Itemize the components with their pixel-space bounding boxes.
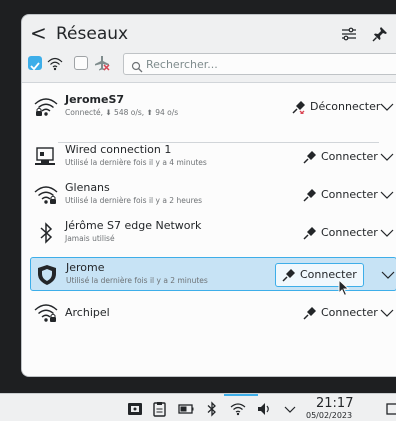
- clock-time[interactable]: 21:17: [316, 397, 353, 411]
- chevron-down-icon[interactable]: [380, 225, 394, 239]
- connection-status: Jamais utilisé: [65, 234, 115, 243]
- disconnect-button[interactable]: Déconnecter: [285, 95, 387, 119]
- networks-popup: < Réseaux Rechercher... JeromeS7 Connect…: [21, 14, 396, 377]
- chevron-down-icon[interactable]: [380, 305, 394, 319]
- connection-status: Connecté, ⬇ 548 o/s, ⬆ 94 o/s: [65, 108, 179, 117]
- action-label: Connecter: [321, 226, 378, 239]
- connect-button[interactable]: Connecter: [275, 263, 364, 287]
- clipboard-icon[interactable]: [152, 401, 168, 417]
- expand-tray-icon[interactable]: [282, 401, 298, 417]
- action-label: Déconnecter: [310, 100, 381, 113]
- connection-name: Wired connection 1: [65, 143, 172, 156]
- vault-icon[interactable]: [127, 401, 143, 417]
- connection-name: Archipel: [65, 306, 110, 319]
- airplane-mode-checkbox[interactable]: [74, 56, 88, 70]
- search-icon: [131, 58, 143, 73]
- configure-icon[interactable]: [339, 24, 359, 44]
- action-label: Connecter: [321, 188, 378, 201]
- desktop: < Réseaux Rechercher... JeromeS7 Connect…: [0, 0, 396, 421]
- back-button[interactable]: <: [30, 23, 48, 45]
- taskbar: 21:17 05/02/2023: [0, 393, 396, 421]
- plug-icon: [303, 150, 317, 164]
- action-label: Connecter: [321, 150, 378, 163]
- search-field[interactable]: [123, 53, 396, 75]
- list-item[interactable]: Wired connection 1 Utilisé la dernière f…: [30, 140, 396, 174]
- wifi-secure-icon: [34, 96, 58, 118]
- connection-name: Jérôme S7 edge Network: [65, 219, 202, 232]
- connect-button[interactable]: Connecter: [296, 183, 385, 207]
- wifi-icon: [46, 54, 64, 72]
- connect-button[interactable]: Connecter: [296, 221, 385, 245]
- action-label: Connecter: [321, 306, 378, 319]
- chevron-down-icon[interactable]: [380, 187, 394, 201]
- vpn-shield-icon: [35, 264, 59, 286]
- unplug-icon: [292, 100, 306, 116]
- list-item[interactable]: Jérôme S7 edge Network Jamais utilisé Co…: [30, 216, 396, 250]
- plug-icon: [303, 188, 317, 202]
- plug-icon: [282, 268, 296, 282]
- battery-icon[interactable]: [178, 401, 194, 417]
- chevron-down-icon[interactable]: [380, 149, 394, 163]
- volume-icon[interactable]: [256, 401, 272, 417]
- chevron-down-icon[interactable]: [381, 267, 395, 281]
- connection-status: Utilisé la dernière fois il y a 4 minute…: [65, 158, 207, 167]
- chevron-down-icon[interactable]: [380, 99, 394, 113]
- connection-status: Utilisé la dernière fois il y a 2 heures: [65, 196, 203, 205]
- airplane-mode-icon: [93, 54, 111, 72]
- wifi-secure-icon: [34, 184, 58, 206]
- list-item[interactable]: JeromeS7 Connecté, ⬇ 548 o/s, ⬆ 94 o/s D…: [30, 90, 396, 124]
- connect-button[interactable]: Connecter: [296, 145, 385, 169]
- clock-date[interactable]: 05/02/2023: [306, 411, 352, 419]
- plug-icon: [303, 226, 317, 240]
- wired-network-icon: [34, 146, 58, 168]
- wifi-icon[interactable]: [230, 401, 246, 417]
- show-desktop-icon[interactable]: [386, 401, 396, 417]
- wireless-checkbox[interactable]: [28, 56, 42, 71]
- bluetooth-icon[interactable]: [204, 401, 220, 417]
- popup-header: < Réseaux: [22, 15, 396, 53]
- connection-name: Glenans: [65, 181, 110, 194]
- list-item[interactable]: Glenans Utilisé la dernière fois il y a …: [30, 178, 396, 212]
- connection-name: Jerome: [66, 261, 105, 274]
- plug-icon: [303, 306, 317, 320]
- wifi-secure-icon: [34, 302, 58, 324]
- connection-status: Utilisé la dernière fois il y a 2 minute…: [66, 276, 208, 285]
- mouse-cursor-icon: [338, 278, 350, 297]
- bluetooth-icon: [34, 222, 58, 244]
- pin-icon[interactable]: [370, 24, 390, 44]
- page-title: Réseaux: [56, 24, 129, 44]
- filter-toolbar: [22, 53, 396, 77]
- active-indicator: [224, 394, 258, 396]
- list-item[interactable]: Archipel Connecter: [30, 296, 396, 330]
- connect-button[interactable]: Connecter: [296, 301, 385, 325]
- connection-name: JeromeS7: [65, 93, 125, 106]
- search-input[interactable]: [146, 56, 396, 72]
